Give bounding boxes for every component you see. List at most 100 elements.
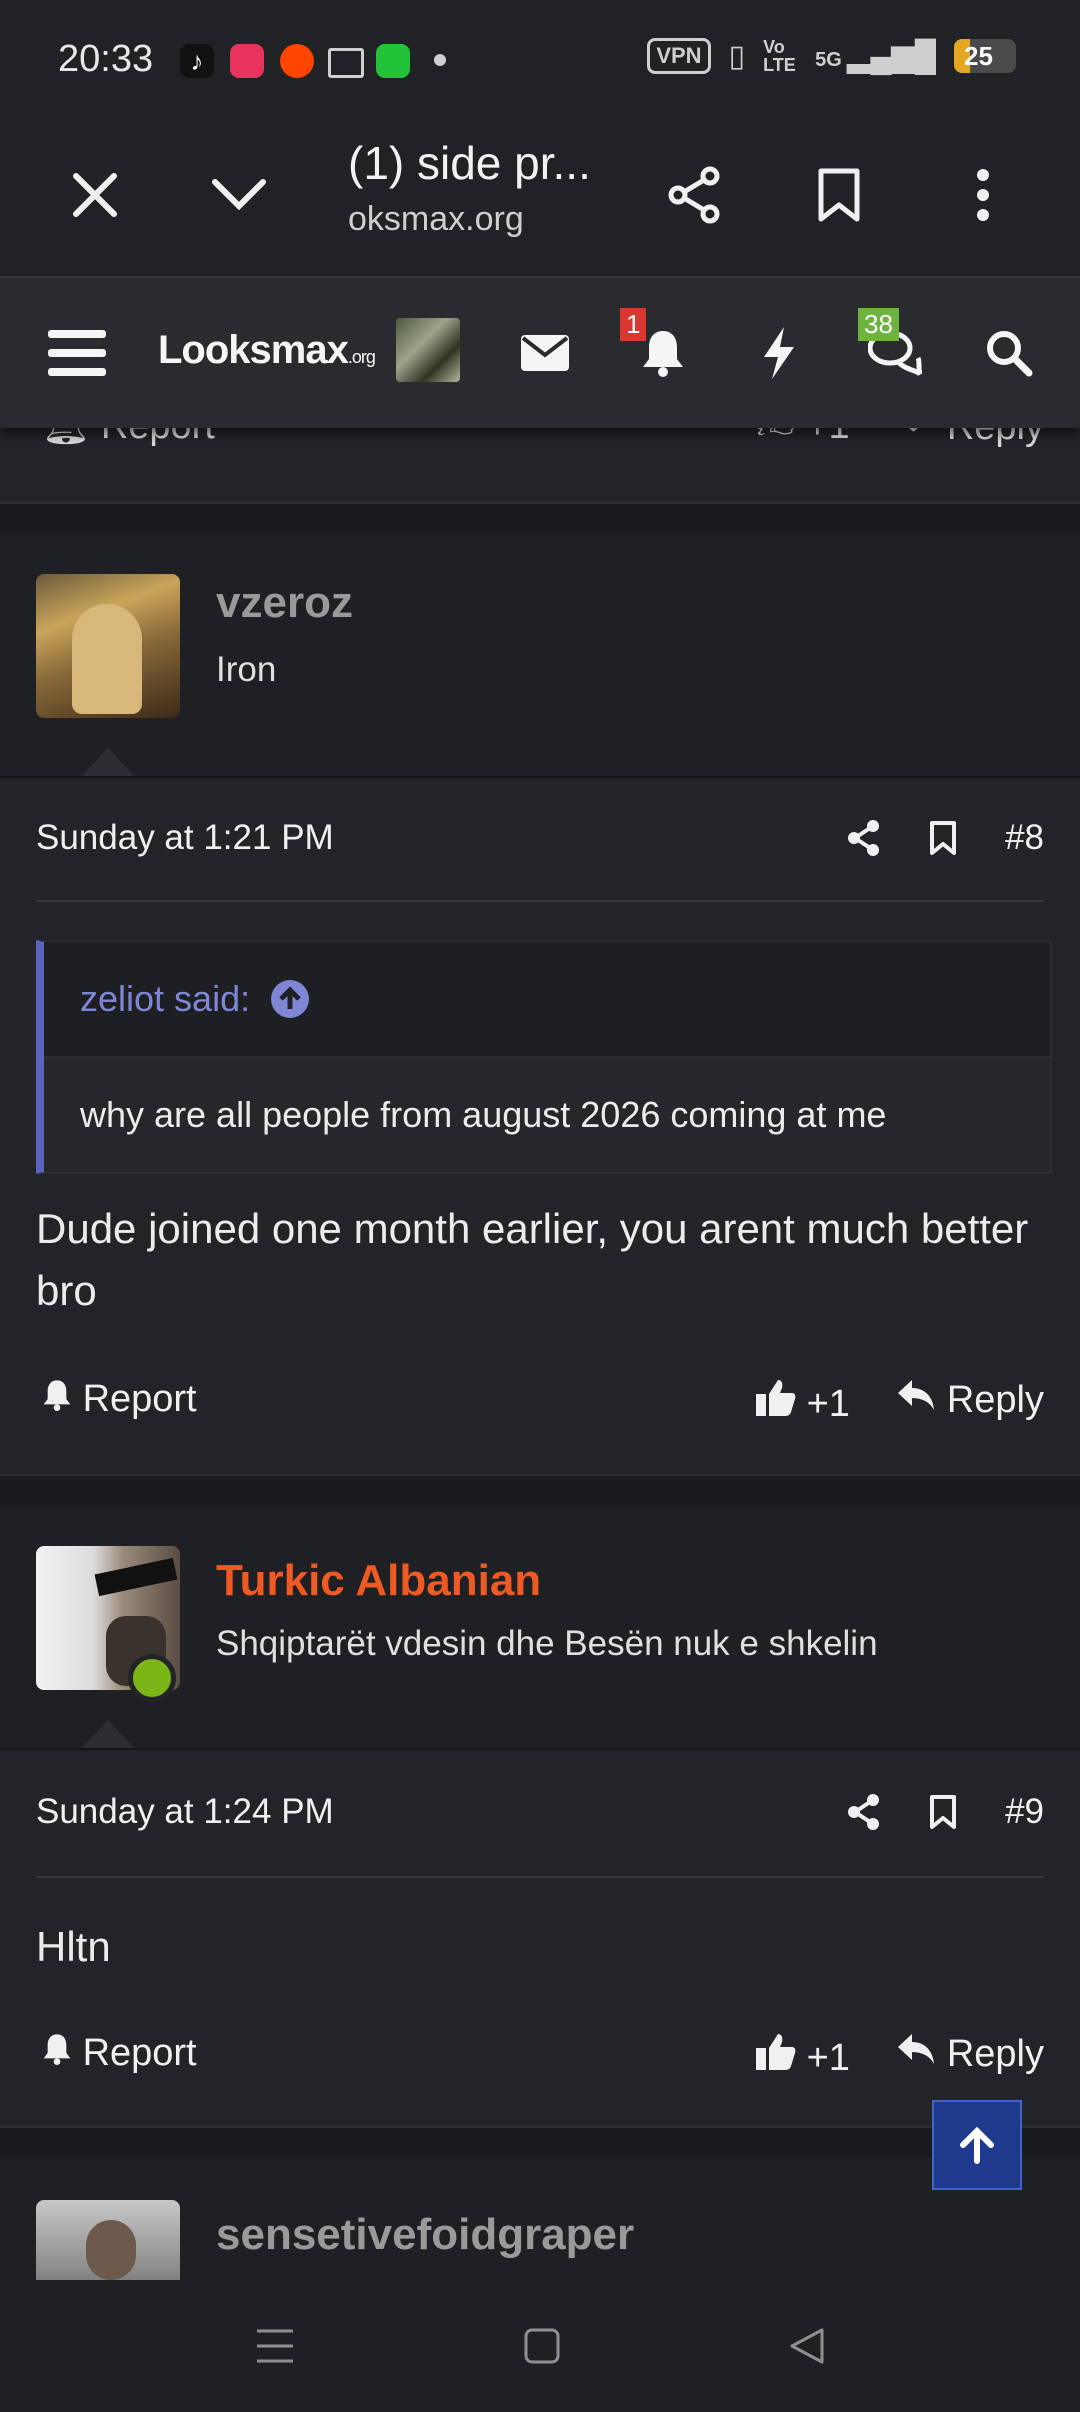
- share-icon[interactable]: [847, 1794, 881, 1830]
- site-logo[interactable]: Looksmax.org: [158, 328, 376, 373]
- hamburger-icon: [48, 330, 106, 376]
- report-button[interactable]: 🔔︎ Report: [42, 428, 215, 448]
- username[interactable]: Turkic Albanian: [216, 1556, 541, 1606]
- arrow-up-circle-icon[interactable]: [270, 979, 310, 1019]
- bell-icon: [43, 2034, 71, 2065]
- post-divider: [36, 1876, 1044, 1878]
- search-button[interactable]: [976, 320, 1042, 386]
- battery-level: 25: [964, 41, 993, 71]
- report-label: Report: [101, 428, 215, 447]
- logo-text: Looksmax: [158, 328, 349, 372]
- report-label: Report: [82, 1378, 197, 1420]
- signal-icon: ▂▄▆█: [847, 39, 936, 73]
- gmail-icon: [328, 48, 364, 78]
- quote-block: zeliot said: why are all people from aug…: [36, 940, 1052, 1174]
- share-icon[interactable]: [847, 820, 881, 856]
- report-label: Report: [82, 2032, 197, 2074]
- menu-button[interactable]: [44, 320, 110, 386]
- post-tools: #8: [847, 818, 1044, 858]
- lightning-icon: [764, 327, 794, 379]
- home-icon[interactable]: [524, 2328, 560, 2364]
- vpn-indicator: VPN: [647, 38, 711, 74]
- avatar-figure: [86, 2220, 136, 2280]
- scroll-to-top-button[interactable]: [932, 2100, 1022, 2190]
- report-button[interactable]: Report: [42, 2032, 197, 2075]
- online-status-icon: [128, 1654, 176, 1702]
- like-count: +1: [806, 1383, 850, 1425]
- reply-label: Reply: [946, 1379, 1044, 1421]
- previous-post-actions: 🔔︎ Report 👍︎ +1 ↶ Reply: [0, 428, 1080, 504]
- envelope-icon: [521, 335, 569, 371]
- post-body: Hltn: [36, 1923, 111, 1970]
- user-title: Shqiptarët vdesin dhe Besën nuk e shkeli…: [216, 1624, 878, 1663]
- post-divider: [36, 900, 1044, 902]
- post-8: vzeroz Iron Sunday at 1:21 PM #8 zeliot …: [0, 534, 1080, 1474]
- report-button[interactable]: Report: [42, 1378, 197, 1421]
- network-indicator: 5G ▂▄▆█: [815, 39, 936, 74]
- post-separator: [0, 2126, 1080, 2160]
- post-number[interactable]: #9: [1005, 1792, 1044, 1832]
- bookmark-button[interactable]: [804, 160, 874, 230]
- inbox-button[interactable]: [512, 320, 578, 386]
- share-button[interactable]: [660, 160, 730, 230]
- avatar[interactable]: [36, 574, 180, 718]
- close-tab-button[interactable]: [60, 160, 130, 230]
- reply-arrow-icon: [898, 2034, 935, 2064]
- post-tools: #9: [847, 1792, 1044, 1832]
- bell-icon: [43, 1380, 71, 1411]
- url-text: oksmax.org: [348, 200, 524, 238]
- avatar-figure: [72, 604, 142, 714]
- post-date[interactable]: Sunday at 1:24 PM: [36, 1792, 334, 1832]
- like-count: +1: [806, 428, 849, 447]
- back-icon[interactable]: [789, 2327, 825, 2365]
- conversations-badge: 38: [858, 308, 899, 341]
- search-icon: [987, 331, 1033, 377]
- username[interactable]: sensetivefoidgraper: [216, 2210, 634, 2260]
- tab-title-area[interactable]: (1) side pr... oksmax.org: [348, 136, 648, 239]
- alerts-badge: 1: [620, 308, 647, 341]
- system-navigation-bar: [0, 2280, 1080, 2412]
- minimize-tab-button[interactable]: [204, 160, 274, 230]
- post-separator: [0, 1474, 1080, 1508]
- post-body: Dude joined one month earlier, you arent…: [36, 1205, 1029, 1314]
- volte-indicator: Vo LTE: [763, 37, 796, 75]
- status-time: 20:33: [58, 38, 154, 80]
- more-options-button[interactable]: [948, 160, 1018, 230]
- header-pointer: [82, 748, 134, 776]
- username[interactable]: vzeroz: [216, 578, 353, 628]
- post-10: sensetivefoidgraper: [0, 2158, 1080, 2280]
- bookmark-icon[interactable]: [929, 820, 957, 856]
- avatar[interactable]: [36, 2200, 180, 2280]
- like-button[interactable]: +1: [756, 1378, 850, 1426]
- chevron-down-icon: [212, 179, 266, 211]
- reply-button[interactable]: ↶ Reply: [904, 428, 1044, 449]
- post-author-header: sensetivefoidgraper: [0, 2158, 1080, 2280]
- vibrate-icon: ▯: [728, 39, 746, 73]
- user-title: Iron: [216, 650, 277, 689]
- logo-suffix: .org: [347, 347, 376, 367]
- user-avatar-thumbnail[interactable]: [396, 318, 460, 382]
- close-icon: [73, 173, 117, 217]
- arrow-up-icon: [960, 2126, 994, 2164]
- recent-apps-icon[interactable]: [255, 2328, 295, 2364]
- battery-indicator: 25: [954, 39, 1016, 73]
- reddit-icon: [280, 44, 314, 78]
- thumbs-up-icon: [756, 1380, 796, 1416]
- messaging-app-icon: [376, 44, 410, 78]
- quote-header[interactable]: zeliot said:: [44, 942, 1050, 1058]
- reply-button[interactable]: Reply: [896, 2032, 1044, 2076]
- post-actions: Report +1 Reply: [36, 1372, 1044, 1432]
- reply-label: Reply: [947, 428, 1044, 448]
- like-button[interactable]: +1: [756, 2032, 850, 2080]
- post-author-header: vzeroz Iron: [0, 534, 1080, 778]
- reply-button[interactable]: Reply: [896, 1378, 1044, 1422]
- quote-author: zeliot said:: [80, 978, 251, 1019]
- bookmark-icon[interactable]: [929, 1794, 957, 1830]
- whats-new-button[interactable]: [746, 320, 812, 386]
- post-actions: Report +1 Reply: [36, 2026, 1044, 2086]
- reply-arrow-icon: [898, 1380, 935, 1410]
- post-date[interactable]: Sunday at 1:21 PM: [36, 818, 334, 858]
- video-app-icon: [230, 44, 264, 78]
- post-number[interactable]: #8: [1005, 818, 1044, 858]
- like-button[interactable]: 👍︎ +1: [756, 428, 850, 449]
